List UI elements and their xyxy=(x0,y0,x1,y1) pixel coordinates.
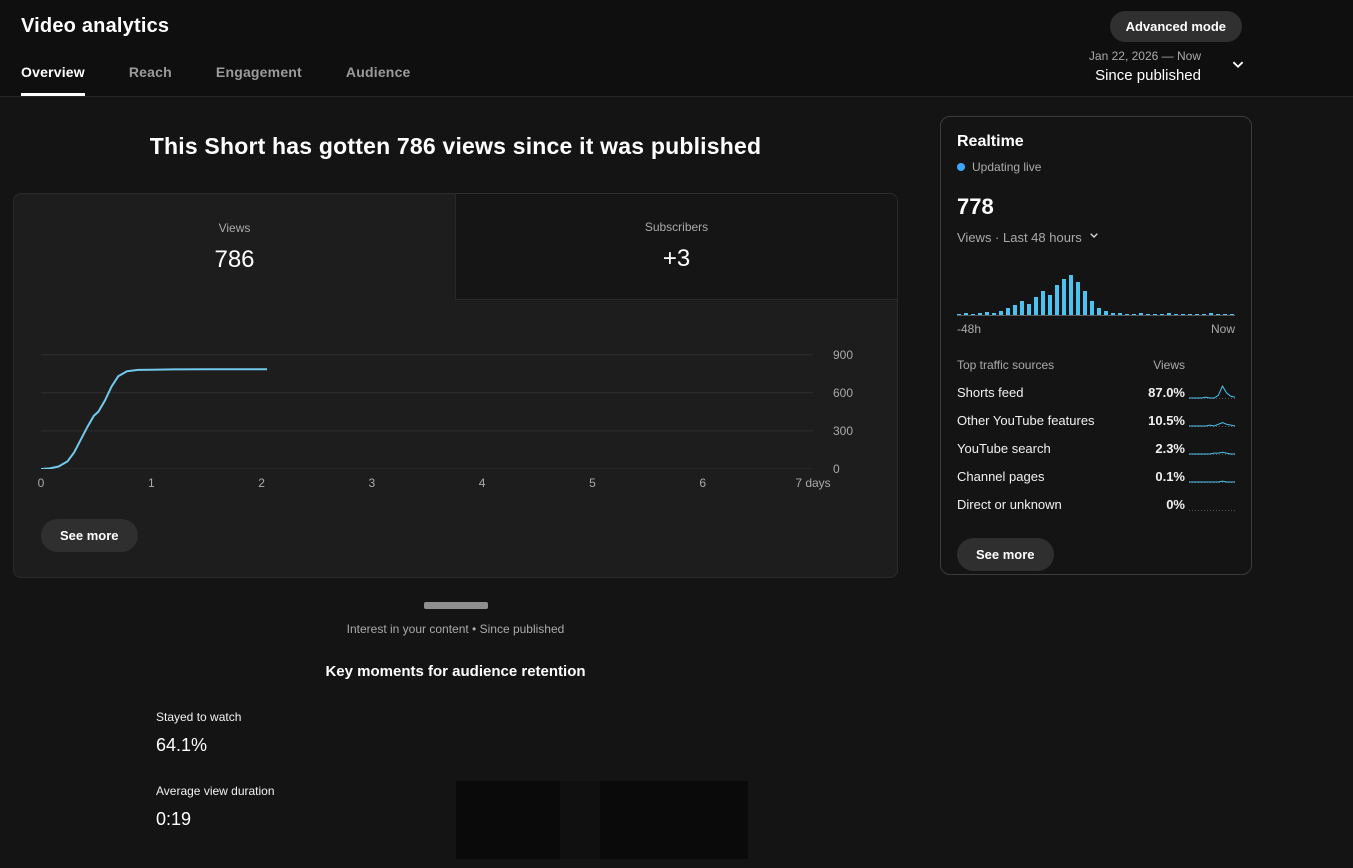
realtime-views-count: 778 xyxy=(957,194,994,219)
traffic-row-shorts-feed[interactable]: Shorts feed 87.0% xyxy=(957,378,1235,406)
advanced-mode-button[interactable]: Advanced mode xyxy=(1109,10,1242,42)
summary-headline: This Short has gotten 786 views since it… xyxy=(149,133,762,159)
metric-tab-subscribers-label: Subscribers xyxy=(644,220,709,234)
traffic-sparkline xyxy=(1189,385,1235,399)
realtime-card: Realtime Updating live 778 Views · Last … xyxy=(940,116,1252,575)
realtime-title: Realtime xyxy=(957,133,1024,150)
traffic-row-channel-pages[interactable]: Channel pages 0.1% xyxy=(957,462,1235,490)
axis-left-label: -48h xyxy=(957,322,982,336)
traffic-sources-list: Shorts feed 87.0% Other YouTube features… xyxy=(957,378,1235,518)
realtime-see-more-button[interactable]: See more xyxy=(957,538,1054,571)
traffic-sparkline xyxy=(1189,451,1235,455)
tab-audience[interactable]: Audience xyxy=(346,44,411,96)
realtime-views-label: Views · Last 48 hours xyxy=(957,230,1082,245)
traffic-row-youtube-search[interactable]: YouTube search 2.3% xyxy=(957,434,1235,462)
traffic-sparkline xyxy=(1189,480,1235,483)
traffic-sparkline xyxy=(1189,510,1235,511)
traffic-sparkline xyxy=(1189,422,1235,427)
tab-engagement[interactable]: Engagement xyxy=(216,44,302,96)
traffic-sources-header: Top traffic sources Views xyxy=(957,358,1235,372)
axis-right-label: Now xyxy=(1210,322,1235,336)
traffic-row-other-features[interactable]: Other YouTube features 10.5% xyxy=(957,406,1235,434)
retention-context: Interest in your content • Since publish… xyxy=(346,622,565,636)
updating-live-row: Updating live xyxy=(957,160,1235,174)
content-area: This Short has gotten 786 views since it… xyxy=(0,97,1353,859)
metric-tab-views-value: 786 xyxy=(214,245,255,273)
stayed-to-watch-metric: Stayed to watch 64.1% xyxy=(156,710,898,756)
tab-reach[interactable]: Reach xyxy=(129,44,172,96)
updating-live-label: Updating live xyxy=(972,160,1042,174)
page-title: Video analytics xyxy=(21,14,170,37)
metric-tab-subscribers-value: +3 xyxy=(662,245,691,272)
realtime-bar-chart xyxy=(957,270,1235,316)
video-preview xyxy=(456,781,748,859)
traffic-row-direct-unknown[interactable]: Direct or unknown 0% xyxy=(957,490,1235,518)
video-frame xyxy=(456,781,560,859)
traffic-header-source: Top traffic sources xyxy=(957,358,1055,372)
date-range-selector[interactable]: Jan 22, 2026 — Now Since published xyxy=(1089,49,1249,84)
metric-tab-views-label: Views xyxy=(218,220,251,235)
views-chart-card: Views 786 Subscribers +3 900 600 300 0 0123… xyxy=(13,193,898,578)
realtime-views-selector[interactable]: Views · Last 48 hours xyxy=(957,227,1235,248)
metric-tab-views[interactable]: Views 786 xyxy=(14,194,455,300)
top-bar: Video analytics Advanced mode Overview R… xyxy=(0,0,1353,97)
date-range-label: Since published xyxy=(1095,67,1201,84)
video-frame-gap xyxy=(560,781,600,859)
line-chart-plot xyxy=(41,354,813,469)
live-dot-icon xyxy=(957,163,965,171)
traffic-header-views: Views xyxy=(1153,358,1185,372)
player-scrubber[interactable] xyxy=(423,602,488,609)
metric-tab-subscribers[interactable]: Subscribers +3 xyxy=(455,194,897,300)
video-frame xyxy=(600,781,748,859)
see-more-button[interactable]: See more xyxy=(41,519,138,552)
date-range-text: Jan 22, 2026 — Now xyxy=(1088,49,1201,63)
x-axis-labels: 01234567 days xyxy=(37,476,831,490)
key-moments-title: Key moments for audience retention xyxy=(325,663,586,680)
views-line-chart: 900 600 300 0 01234567 days xyxy=(37,342,881,491)
tab-overview[interactable]: Overview xyxy=(21,44,85,96)
chevron-down-icon xyxy=(1227,53,1249,80)
stayed-to-watch-value: 64.1% xyxy=(156,735,208,755)
chevron-down-icon xyxy=(1086,227,1102,248)
stayed-to-watch-label: Stayed to watch xyxy=(156,710,242,724)
main-column: This Short has gotten 786 views since it… xyxy=(13,97,898,859)
realtime-axis: -48h Now xyxy=(957,322,1235,336)
analytics-tabs-row: Overview Reach Engagement Audience Jan 2… xyxy=(0,44,1353,97)
